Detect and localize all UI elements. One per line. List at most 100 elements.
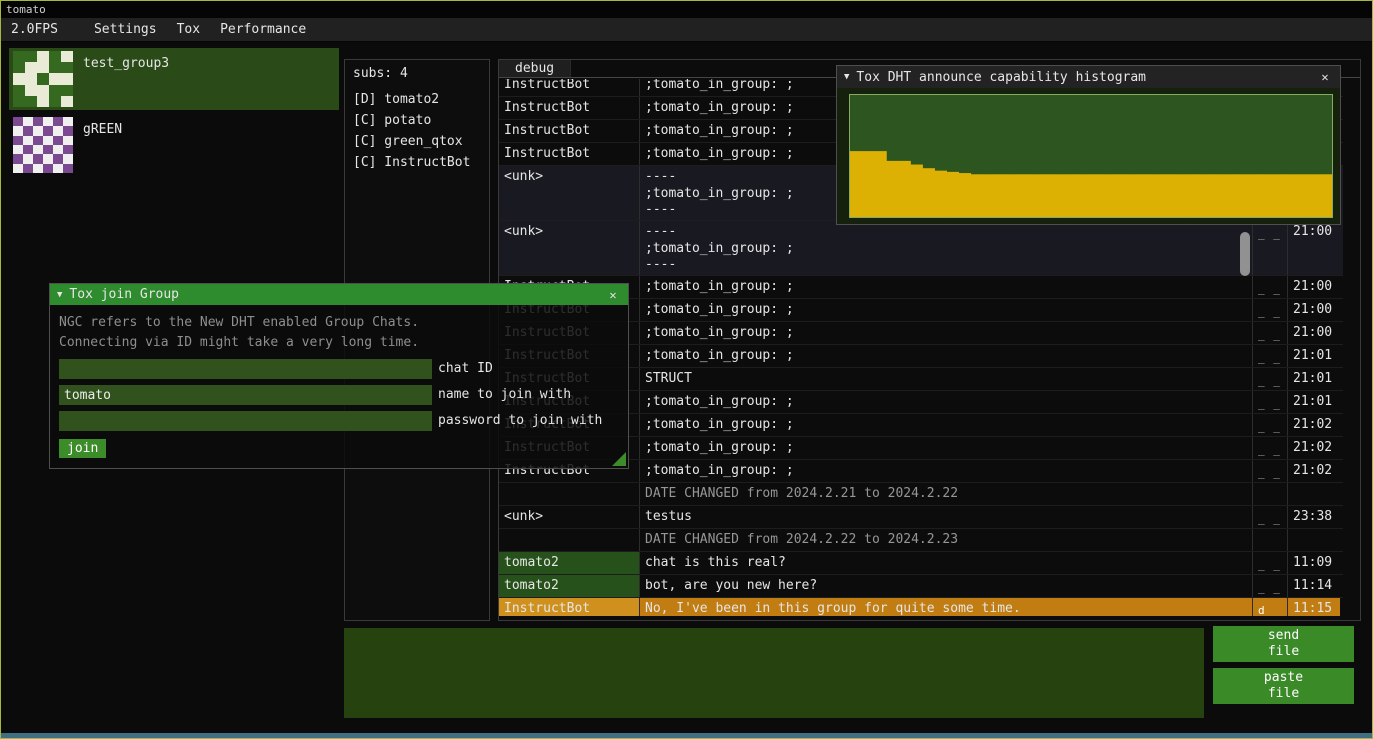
dht-histogram-title-bar[interactable]: ▼ Tox DHT announce capability histogram … <box>837 66 1340 88</box>
collapse-arrow-icon[interactable]: ▼ <box>57 284 62 306</box>
group-list-item[interactable]: gREEN <box>9 114 339 176</box>
avatar-cell <box>49 51 61 62</box>
dht-histogram-plot[interactable] <box>849 94 1333 218</box>
timestamp: 21:00 <box>1288 299 1340 321</box>
sender-name <box>499 529 640 551</box>
avatar-cell <box>53 154 63 163</box>
avatar-cell <box>53 136 63 145</box>
histogram-bar <box>1296 174 1309 217</box>
join-group-title-bar[interactable]: ▼ Tox join Group ✕ <box>50 284 628 305</box>
avatar-cell <box>37 96 49 107</box>
join-group-window: ▼ Tox join Group ✕ NGC refers to the New… <box>49 283 629 469</box>
group-avatar <box>13 51 73 107</box>
message-text: ;tomato_in_group: ; <box>640 460 1253 482</box>
chat-message-row: <unk>testus_ _23:38 <box>499 506 1343 529</box>
histogram-bars <box>850 95 1332 217</box>
fps-counter: 2.0FPS <box>1 22 68 37</box>
close-icon[interactable]: ✕ <box>1317 70 1333 84</box>
avatar-cell <box>25 73 37 84</box>
avatar-cell <box>61 96 73 107</box>
delivery-flags: d <box>1253 598 1288 616</box>
message-text: ;tomato_in_group: ; <box>640 437 1253 459</box>
group-list-item[interactable]: test_group3 <box>9 48 339 110</box>
avatar-cell <box>37 85 49 96</box>
avatar-cell <box>53 145 63 154</box>
histogram-bar <box>850 151 863 217</box>
avatar-cell <box>43 145 53 154</box>
histogram-bar <box>971 174 984 217</box>
avatar-cell <box>49 85 61 96</box>
avatar-cell <box>13 126 23 135</box>
sender-name: tomato2 <box>499 575 640 597</box>
histogram-bar <box>1055 174 1068 217</box>
histogram-bar <box>1199 174 1212 217</box>
avatar-cell <box>13 62 25 73</box>
delivery-flags <box>1253 529 1288 551</box>
avatar-cell <box>23 154 33 163</box>
timestamp: 21:02 <box>1288 460 1340 482</box>
histogram-bar <box>1260 174 1273 217</box>
menu-items: SettingsToxPerformance <box>84 20 316 39</box>
avatar-cell <box>53 126 63 135</box>
avatar-cell <box>61 73 73 84</box>
histogram-bar <box>1320 174 1332 217</box>
sender-name <box>499 483 640 505</box>
avatar-cell <box>61 62 73 73</box>
avatar-cell <box>37 51 49 62</box>
member-list-item[interactable]: [D] tomato2 <box>345 89 489 110</box>
avatar-cell <box>33 126 43 135</box>
join-description-line: NGC refers to the New DHT enabled Group … <box>59 313 619 333</box>
avatar-cell <box>49 62 61 73</box>
avatar-cell <box>63 136 73 145</box>
avatar-cell <box>33 145 43 154</box>
sender-name: <unk> <box>499 221 640 275</box>
member-list-item[interactable]: [C] InstructBot <box>345 152 489 173</box>
histogram-bar <box>862 151 875 217</box>
send-file-button[interactable]: sendfile <box>1213 626 1354 662</box>
histogram-bar <box>1248 174 1261 217</box>
menu-item-tox[interactable]: Tox <box>167 20 210 39</box>
menu-item-settings[interactable]: Settings <box>84 20 167 39</box>
chat-id-input[interactable] <box>59 359 432 379</box>
group-avatar <box>13 117 73 173</box>
join-password-input[interactable] <box>59 411 432 431</box>
message-input[interactable] <box>344 628 1204 718</box>
avatar-cell <box>25 51 37 62</box>
close-icon[interactable]: ✕ <box>605 288 621 302</box>
chat-message-row: InstructBotNo, I've been in this group f… <box>499 598 1343 616</box>
histogram-bar <box>995 174 1008 217</box>
join-button[interactable]: join <box>59 439 106 458</box>
histogram-bar <box>983 174 996 217</box>
window-title: tomato <box>6 3 46 16</box>
chat-scrollbar-thumb[interactable] <box>1240 232 1250 276</box>
delivery-flags: _ _ <box>1253 506 1288 528</box>
timestamp: 21:00 <box>1288 276 1340 298</box>
avatar-cell <box>43 126 53 135</box>
delivery-flags: _ _ <box>1253 276 1288 298</box>
collapse-arrow-icon[interactable]: ▼ <box>844 66 849 88</box>
message-text: DATE CHANGED from 2024.2.22 to 2024.2.23 <box>640 529 1253 551</box>
avatar-cell <box>13 154 23 163</box>
avatar-cell <box>43 117 53 126</box>
resize-grip[interactable] <box>612 452 626 466</box>
histogram-bar <box>874 151 887 217</box>
member-list: [D] tomato2[C] potato[C] green_qtox[C] I… <box>345 89 489 173</box>
avatar-cell <box>23 136 33 145</box>
send-file-label: file <box>1213 644 1354 660</box>
timestamp: 21:02 <box>1288 414 1340 436</box>
member-list-item[interactable]: [C] green_qtox <box>345 131 489 152</box>
join-name-input[interactable] <box>59 385 432 405</box>
paste-file-button[interactable]: pastefile <box>1213 668 1354 704</box>
menu-item-performance[interactable]: Performance <box>210 20 316 39</box>
avatar-cell <box>33 117 43 126</box>
delivery-flags: _ _ <box>1253 437 1288 459</box>
group-list: test_group3gREEN <box>9 48 339 180</box>
message-text: ;tomato_in_group: ; <box>640 276 1253 298</box>
histogram-bar <box>1272 174 1285 217</box>
join-description-line: Connecting via ID might take a very long… <box>59 333 619 353</box>
tab-debug[interactable]: debug <box>499 60 571 77</box>
member-list-item[interactable]: [C] potato <box>345 110 489 131</box>
histogram-bar <box>1212 174 1225 217</box>
histogram-bar <box>1043 174 1056 217</box>
timestamp: 21:00 <box>1288 221 1340 275</box>
